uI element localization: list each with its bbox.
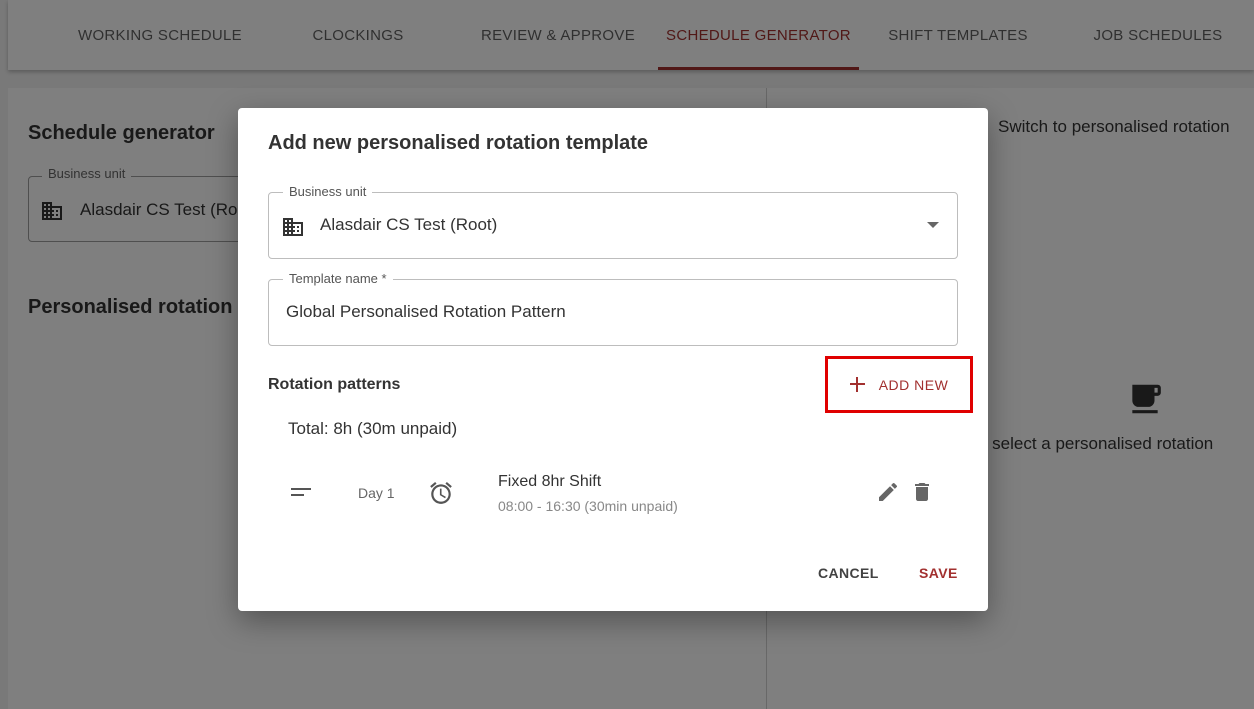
plus-icon [849,377,865,392]
template-name-label: Template name * [283,271,393,286]
business-unit-select[interactable]: Business unit Alasdair CS Test (Root) [268,184,958,259]
building-icon [283,218,303,236]
business-unit-label: Business unit [283,184,373,199]
dropdown-arrow-icon[interactable] [927,222,939,228]
rotation-total: Total: 8h (30m unpaid) [288,419,458,438]
add-new-label: ADD NEW [878,376,949,393]
drag-handle-icon[interactable] [291,488,311,498]
edit-icon[interactable] [876,480,900,504]
shift-time: 08:00 - 16:30 (30min unpaid) [498,498,678,514]
rotation-pattern-row: Day 1 Fixed 8hr Shift 08:00 - 16:30 (30m… [268,460,958,524]
alarm-clock-icon [430,482,452,504]
add-new-button[interactable]: ADD NEW [825,356,973,413]
template-name-field[interactable]: Template name * Global Personalised Rota… [268,271,958,346]
save-button[interactable]: SAVE [919,565,958,581]
dialog-title: Add new personalised rotation template [268,132,649,154]
rotation-patterns-heading: Rotation patterns [268,376,401,393]
business-unit-value: Alasdair CS Test (Root) [320,215,498,234]
add-rotation-template-dialog: Add new personalised rotation template B… [238,108,988,611]
shift-name: Fixed 8hr Shift [498,473,602,490]
template-name-value[interactable]: Global Personalised Rotation Pattern [286,302,566,322]
delete-icon[interactable] [910,480,934,504]
pattern-day: Day 1 [358,485,395,501]
cancel-button[interactable]: CANCEL [818,565,879,581]
